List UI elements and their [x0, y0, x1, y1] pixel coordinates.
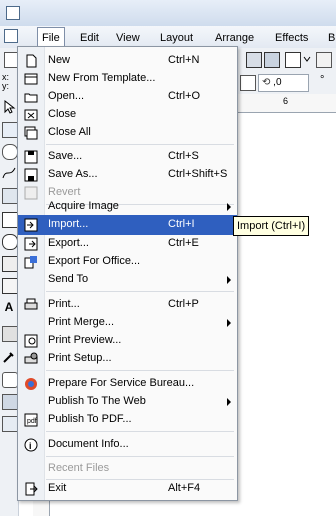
- submenu-arrow-icon: [227, 276, 231, 284]
- menu-item-exit[interactable]: Exit Alt+F4: [18, 479, 237, 499]
- submenu-arrow-icon: [227, 203, 231, 211]
- app-menu-icon[interactable]: [4, 29, 18, 43]
- interactive-blend-icon[interactable]: [2, 326, 18, 342]
- rotation-field[interactable]: ⟲ ,0: [258, 74, 309, 92]
- menu-item-print-preview[interactable]: Print Preview...: [18, 331, 237, 351]
- application-launcher-icon[interactable]: [285, 52, 301, 68]
- info-icon: i: [24, 438, 38, 452]
- shape-tool-icon[interactable]: [2, 122, 18, 138]
- zoom-tool-icon[interactable]: [2, 144, 18, 160]
- menu-item-open[interactable]: Open... Ctrl+O: [18, 87, 237, 107]
- file-menu: New Ctrl+N New From Template... Open... …: [17, 46, 238, 501]
- menu-more[interactable]: B: [324, 30, 336, 46]
- text-tool-icon[interactable]: A: [2, 300, 16, 314]
- smart-fill-icon[interactable]: [2, 188, 18, 204]
- menu-item-close-all[interactable]: Close All: [18, 123, 237, 143]
- outline-tool-icon[interactable]: [2, 372, 18, 388]
- save-as-icon: [24, 168, 38, 182]
- freehand-tool-icon[interactable]: [2, 166, 16, 180]
- fill-tool-icon[interactable]: [2, 394, 18, 410]
- menu-separator: [46, 144, 234, 145]
- welcome-screen-icon[interactable]: [316, 52, 332, 68]
- menu-edit[interactable]: Edit: [76, 30, 103, 46]
- degree-symbol: °: [320, 74, 325, 86]
- menu-separator: [46, 291, 234, 292]
- menu-item-close[interactable]: Close: [18, 105, 237, 125]
- menu-item-print-setup[interactable]: Print Setup...: [18, 349, 237, 369]
- chevron-down-icon[interactable]: [303, 52, 311, 66]
- y-label: y:: [2, 81, 10, 91]
- submenu-arrow-icon: [227, 319, 231, 327]
- prepare-service-icon: [24, 377, 38, 391]
- print-preview-icon: [24, 334, 38, 348]
- menu-item-send-to[interactable]: Send To: [18, 270, 237, 290]
- print-setup-icon: [24, 352, 38, 366]
- import-icon: [24, 218, 38, 232]
- menu-layout[interactable]: Layout: [156, 30, 197, 46]
- menu-item-import[interactable]: Import... Ctrl+I: [18, 215, 237, 235]
- template-icon: [24, 72, 38, 86]
- menu-item-save-as[interactable]: Save As... Ctrl+Shift+S: [18, 165, 237, 185]
- exit-icon: [24, 482, 38, 496]
- menu-arrange[interactable]: Arrange: [211, 30, 258, 46]
- menu-item-new-from-template[interactable]: New From Template...: [18, 69, 237, 89]
- import-icon[interactable]: [246, 52, 262, 68]
- import-tooltip: Import (Ctrl+I): [233, 216, 310, 236]
- menu-item-prepare-service-bureau[interactable]: Prepare For Service Bureau...: [18, 374, 237, 394]
- menu-item-publish-web[interactable]: Publish To The Web: [18, 392, 237, 412]
- menu-item-print-merge[interactable]: Print Merge...: [18, 313, 237, 333]
- menu-item-acquire-image[interactable]: Acquire Image: [18, 197, 237, 217]
- pdf-icon: pdf: [24, 413, 38, 427]
- print-icon: [24, 298, 38, 312]
- svg-text:i: i: [29, 441, 32, 451]
- eyedropper-tool-icon[interactable]: [2, 350, 16, 364]
- menu-item-publish-pdf[interactable]: pdf Publish To PDF...: [18, 410, 237, 430]
- title-bar: [0, 0, 336, 27]
- menu-item-print[interactable]: Print... Ctrl+P: [18, 295, 237, 315]
- export-icon: [24, 237, 38, 251]
- app-icon: [6, 6, 20, 20]
- close-document-icon: [24, 108, 38, 122]
- rotate-icon: ⟲: [262, 77, 271, 88]
- interactive-fill-icon[interactable]: [2, 416, 18, 432]
- open-folder-icon: [24, 90, 38, 104]
- menu-separator: [46, 456, 234, 457]
- save-icon: [24, 150, 38, 164]
- menu-view[interactable]: View: [112, 30, 144, 46]
- export-icon[interactable]: [264, 52, 280, 68]
- menu-item-export-for-office[interactable]: Export For Office...: [18, 252, 237, 272]
- pick-tool-icon[interactable]: [2, 99, 16, 114]
- menu-item-new[interactable]: New Ctrl+N: [18, 51, 237, 71]
- rectangle-tool-icon[interactable]: [2, 212, 18, 228]
- menu-item-recent-files: Recent Files: [48, 462, 110, 474]
- menu-item-save[interactable]: Save... Ctrl+S: [18, 147, 237, 167]
- svg-text:pdf: pdf: [27, 418, 37, 425]
- polygon-tool-icon[interactable]: [2, 256, 18, 272]
- menu-item-export[interactable]: Export... Ctrl+E: [18, 234, 237, 254]
- menu-separator: [46, 370, 234, 371]
- menu-separator: [46, 431, 234, 432]
- menu-effects[interactable]: Effects: [271, 30, 312, 46]
- close-all-icon: [24, 126, 38, 140]
- new-document-icon: [24, 54, 38, 68]
- submenu-arrow-icon: [227, 398, 231, 406]
- lock-ratio-icon[interactable]: [240, 75, 256, 91]
- menu-item-document-info[interactable]: i Document Info...: [18, 435, 237, 455]
- ellipse-tool-icon[interactable]: [2, 234, 18, 250]
- basic-shapes-icon[interactable]: [2, 278, 18, 294]
- export-office-icon: [24, 255, 38, 269]
